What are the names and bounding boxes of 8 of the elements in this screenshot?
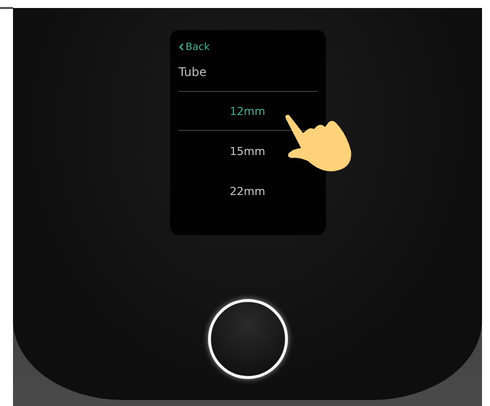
- chevron-left-icon: [178, 43, 184, 51]
- home-button[interactable]: [208, 299, 288, 379]
- option-item[interactable]: 15mm: [228, 142, 268, 160]
- back-button[interactable]: Back: [178, 42, 210, 52]
- option-item[interactable]: 22mm: [228, 182, 268, 200]
- pointing-hand-icon: [282, 113, 352, 173]
- screen-title: Tube: [178, 65, 208, 79]
- option-item[interactable]: 12mm: [228, 102, 268, 120]
